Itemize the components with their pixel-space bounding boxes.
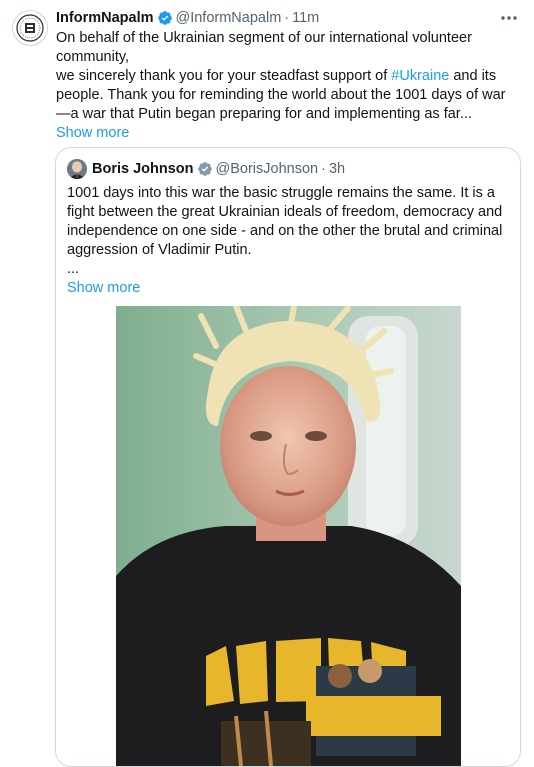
tweet-header: InformNapalm @InformNapalm · 11m [56,8,522,28]
quoted-tweet[interactable]: Boris Johnson @BorisJohnson · 3h 1001 da… [55,147,521,767]
selfie-photo-image [116,306,461,766]
informnapalm-avatar[interactable] [12,10,48,46]
more-options-icon[interactable] [498,9,520,27]
quoted-tweet-body: 1001 days into this war the basic strugg… [67,185,503,258]
author-name[interactable]: InformNapalm [56,10,154,26]
quoted-tweet-photo[interactable] [116,306,461,766]
quoted-author-handle: @BorisJohnson [215,161,319,177]
tweet-text-segment: we sincerely thank you for your steadfas… [56,68,392,84]
quoted-tweet-header: Boris Johnson @BorisJohnson · 3h [67,158,345,180]
tweet-timestamp[interactable]: 11m [292,10,319,26]
hashtag-link[interactable]: #Ukraine [391,68,449,84]
verified-badge-icon [157,10,173,26]
show-more-link[interactable]: Show more [56,124,129,143]
tweet-text-line1: On behalf of the Ukrainian segment of ou… [56,30,472,65]
gray-verified-badge-icon [197,161,213,177]
quoted-tweet-ellipsis: ... [67,261,80,277]
informnapalm-logo-icon [16,14,44,42]
author-handle[interactable]: @InformNapalm [176,10,282,26]
tweet-text-line2: we sincerely thank you for your steadfas… [56,67,516,124]
tweet-text: On behalf of the Ukrainian segment of ou… [56,29,516,143]
separator-dot: · [321,161,326,177]
quoted-show-more-link[interactable]: Show more [67,279,140,298]
tweet[interactable]: InformNapalm @InformNapalm · 11m On beha… [0,0,534,767]
separator-dot: · [284,10,290,26]
quoted-author-name: Boris Johnson [92,161,194,177]
quoted-tweet-timestamp: 3h [328,161,346,177]
quoted-tweet-text: 1001 days into this war the basic strugg… [67,184,507,298]
boris-johnson-avatar [67,159,87,179]
